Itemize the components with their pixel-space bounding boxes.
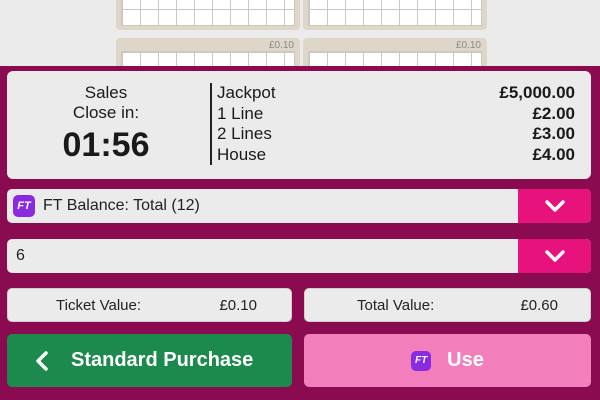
prize-amount: £4.00 <box>532 144 575 164</box>
quantity-select-value: 6 <box>16 247 25 264</box>
prize-list: Jackpot £5,000.00 1 Line £2.00 2 Lines £… <box>217 83 575 165</box>
balance-select-label: FT Balance: Total (12) <box>43 197 200 214</box>
chevron-down-icon <box>544 200 565 212</box>
use-button[interactable]: FT Use <box>304 334 591 387</box>
prize-amount: £3.00 <box>532 124 575 143</box>
bingo-ticket[interactable] <box>303 0 487 30</box>
ticket-grid <box>121 0 295 26</box>
prize-amount: £2.00 <box>532 103 575 123</box>
close-in-label: Close in: <box>72 103 140 122</box>
prize-name: 2 Lines <box>217 124 272 143</box>
standard-purchase-label: Standard Purchase <box>71 349 254 371</box>
divider <box>210 83 212 165</box>
prize-name: Jackpot <box>217 83 276 102</box>
ft-badge-icon: FT <box>411 350 432 371</box>
total-value-box: Total Value: £0.60 <box>304 288 591 322</box>
ticket-grid <box>308 0 482 26</box>
balance-select-value: FT FT Balance: Total (12) <box>13 189 200 223</box>
prize-amount: £5,000.00 <box>499 83 575 102</box>
quantity-dropdown-button[interactable] <box>518 239 591 273</box>
ticket-value-label: Ticket Value: <box>56 296 142 314</box>
ft-badge-icon: FT <box>13 195 35 217</box>
game-info-box: Sales Close in: 01:56 Jackpot £5,000.00 … <box>7 71 591 179</box>
prize-row-jackpot: Jackpot £5,000.00 <box>217 83 575 104</box>
ticket-strip: £0.10 £0.10 <box>0 0 600 78</box>
ticket-price: £0.10 <box>455 40 481 51</box>
use-label: Use <box>447 349 484 371</box>
total-value-amount: £0.60 <box>520 296 558 314</box>
prize-name: House <box>217 144 267 164</box>
bingo-ticket[interactable] <box>116 0 300 30</box>
prize-row-2-lines: 2 Lines £3.00 <box>217 124 575 145</box>
ticket-price: £0.10 <box>268 40 294 51</box>
prize-row-1-line: 1 Line £2.00 <box>217 104 575 125</box>
countdown-timer: 01:56 <box>62 126 150 164</box>
chevron-left-icon <box>36 350 48 371</box>
quantity-select[interactable]: 6 <box>7 239 591 273</box>
sales-countdown: Sales Close in: 01:56 <box>7 83 205 167</box>
ticket-value-amount: £0.10 <box>219 296 257 314</box>
prize-row-house: House £4.00 <box>217 145 575 166</box>
chevron-down-icon <box>544 250 565 262</box>
sales-label: Sales <box>84 83 128 102</box>
total-value-label: Total Value: <box>357 296 435 314</box>
ticket-value-box: Ticket Value: £0.10 <box>7 288 292 322</box>
balance-select[interactable]: FT FT Balance: Total (12) <box>7 189 591 223</box>
standard-purchase-button[interactable]: Standard Purchase <box>7 334 292 387</box>
purchase-panel: Sales Close in: 01:56 Jackpot £5,000.00 … <box>0 66 600 400</box>
prize-name: 1 Line <box>217 103 264 123</box>
balance-dropdown-button[interactable] <box>518 189 591 223</box>
